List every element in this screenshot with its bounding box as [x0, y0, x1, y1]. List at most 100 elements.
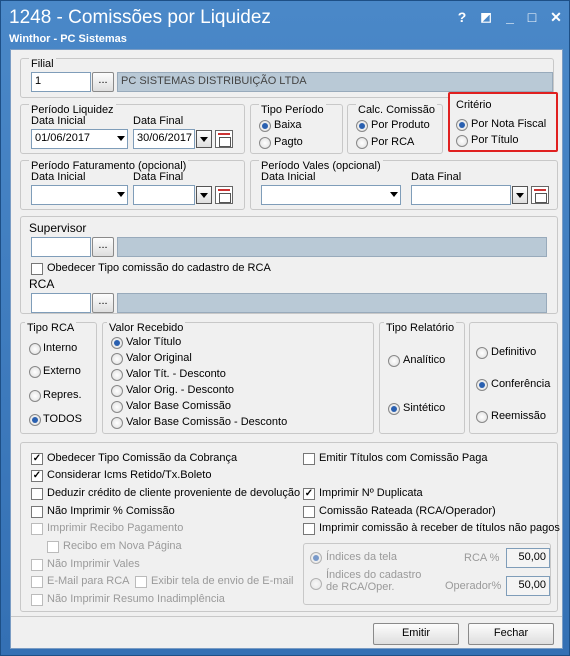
periodo-vales-group: Período Vales (opcional) Data Inicial Da… [250, 160, 558, 210]
pagto-label: Pagto [274, 136, 303, 148]
fechar-button[interactable]: Fechar [468, 623, 554, 645]
minimize-icon[interactable]: _ [501, 8, 519, 26]
nao-imprimir-comissao-label: Não Imprimir % Comissão [47, 505, 175, 517]
window-title: 1248 - Comissões por Liquidez [9, 7, 271, 28]
liquidez-final-input[interactable]: 30/06/2017 [133, 129, 195, 149]
checkbox-nao-imprimir-vales[interactable] [31, 559, 43, 571]
vales-final-input[interactable] [411, 185, 511, 205]
faturamento-final-dropdown[interactable] [196, 186, 212, 204]
radio-baixa[interactable] [259, 120, 271, 132]
emitir-button[interactable]: Emitir [373, 623, 459, 645]
radio-interno[interactable] [29, 343, 41, 355]
supervisor-input[interactable] [31, 237, 91, 257]
checkbox-deduzir-credito[interactable] [31, 488, 43, 500]
checkbox-email-rca[interactable] [31, 576, 43, 588]
radio-valor-original[interactable] [111, 353, 123, 365]
radio-pagto[interactable] [259, 137, 271, 149]
obedecer-tipo-rca-checkbox[interactable] [31, 263, 43, 275]
tipo-periodo-label: Tipo Período [259, 104, 326, 116]
rca-input[interactable] [31, 293, 91, 313]
operador-percent-input[interactable]: 50,00 [506, 576, 550, 596]
maximize-icon[interactable]: □ [523, 8, 541, 26]
radio-valor-base-comissao[interactable] [111, 401, 123, 413]
tipo-relatorio-label: Tipo Relatório [384, 322, 457, 334]
obedecer-tipo-rca-label: Obedecer Tipo comissão do cadastro de RC… [47, 262, 271, 274]
calendar-icon[interactable] [531, 186, 549, 204]
tipo-rca-group: Tipo RCA Interno Externo Repres. TODOS [20, 322, 97, 434]
opcoes-group: ✓ Obedecer Tipo Comissão da Cobrança ✓ C… [20, 442, 560, 612]
filial-browse-button[interactable]: ... [92, 72, 114, 92]
vales-final-dropdown[interactable] [512, 186, 528, 204]
periodo-liquidez-group: Período Liquidez Data Inicial 01/06/2017… [20, 104, 245, 154]
radio-conferencia[interactable] [476, 379, 488, 391]
main-window: 1248 - Comissões por Liquidez Winthor - … [0, 0, 570, 656]
por-rca-label: Por RCA [371, 136, 415, 148]
valor-recebido-group: Valor Recebido Valor Título Valor Origin… [102, 322, 374, 434]
radio-por-rca[interactable] [356, 137, 368, 149]
footer-divider [11, 616, 562, 617]
definitivo-label: Definitivo [491, 346, 537, 358]
rca-browse-button[interactable]: ... [92, 293, 114, 313]
radio-todos[interactable] [29, 414, 41, 426]
valor-tit-desconto-label: Valor Tít. - Desconto [126, 368, 226, 380]
emitir-titulos-label: Emitir Títulos com Comissão Paga [319, 452, 488, 464]
faturamento-final-label: Data Final [133, 171, 184, 183]
radio-valor-tit-desconto[interactable] [111, 369, 123, 381]
considerar-icms-label: Considerar Icms Retido/Tx.Boleto [47, 469, 212, 481]
radio-analitico[interactable] [388, 355, 400, 367]
close-icon[interactable]: ✕ [547, 8, 565, 26]
repres-label: Repres. [43, 389, 82, 401]
checkbox-imprimir-duplicata[interactable]: ✓ [303, 488, 315, 500]
radio-reemissao[interactable] [476, 411, 488, 423]
comissao-rateada-label: Comissão Rateada (RCA/Operador) [319, 505, 496, 517]
conferencia-label: Conferência [491, 378, 551, 390]
indices-group: Índices da tela Índices do cadastro de R… [303, 543, 551, 605]
checkbox-considerar-icms[interactable]: ✓ [31, 470, 43, 482]
imprimir-duplicata-label: Imprimir Nº Duplicata [319, 487, 423, 499]
filial-code-input[interactable]: 1 [31, 72, 91, 92]
periodo-faturamento-group: Período Faturamento (opcional) Data Inic… [20, 160, 245, 210]
radio-repres[interactable] [29, 390, 41, 402]
radio-valor-titulo[interactable] [111, 337, 123, 349]
faturamento-inicial-label: Data Inicial [31, 171, 86, 183]
checkbox-exibir-tela-email[interactable] [135, 576, 147, 588]
checkbox-imprimir-recibo[interactable] [31, 523, 43, 535]
checkbox-nao-imprimir-resumo[interactable] [31, 594, 43, 606]
radio-por-nota-fiscal[interactable] [456, 119, 468, 131]
radio-por-produto[interactable] [356, 120, 368, 132]
radio-definitivo[interactable] [476, 347, 488, 359]
calendar-icon[interactable] [215, 186, 233, 204]
checkbox-nao-imprimir-comissao[interactable] [31, 506, 43, 518]
todos-label: TODOS [43, 413, 82, 425]
exibir-tela-email-label: Exibir tela de envio de E-mail [151, 575, 294, 587]
valor-base-comissao-label: Valor Base Comissão [126, 400, 231, 412]
radio-valor-orig-desconto[interactable] [111, 385, 123, 397]
radio-valor-base-comissao-desconto[interactable] [111, 417, 123, 429]
radio-externo[interactable] [29, 366, 41, 378]
checkbox-comissao-rateada[interactable] [303, 506, 315, 518]
liquidez-final-dropdown[interactable] [196, 130, 212, 148]
filial-name-field: PC SISTEMAS DISTRIBUIÇÃO LTDA [117, 72, 553, 92]
filial-label: Filial [29, 58, 56, 70]
faturamento-final-input[interactable] [133, 185, 195, 205]
checkbox-recibo-nova-pagina[interactable] [47, 541, 59, 553]
liquidez-inicial-input[interactable]: 01/06/2017 [31, 129, 128, 149]
calendar-icon[interactable] [215, 130, 233, 148]
restore-icon[interactable]: ◩ [477, 8, 495, 26]
checkbox-imprimir-receber[interactable] [303, 523, 315, 535]
supervisor-browse-button[interactable]: ... [92, 237, 114, 257]
rca-percent-input[interactable]: 50,00 [506, 548, 550, 568]
checkbox-obedecer-cobranca[interactable]: ✓ [31, 453, 43, 465]
radio-indices-tela[interactable] [310, 552, 322, 564]
calc-comissao-label: Calc. Comissão [356, 104, 438, 116]
faturamento-inicial-input[interactable] [31, 185, 128, 205]
recibo-nova-pagina-label: Recibo em Nova Página [63, 540, 182, 552]
radio-indices-cadastro[interactable] [310, 578, 322, 590]
radio-por-titulo[interactable] [456, 135, 468, 147]
vales-inicial-input[interactable] [261, 185, 401, 205]
liquidez-inicial-value: 01/06/2017 [35, 132, 91, 144]
checkbox-emitir-titulos[interactable] [303, 453, 315, 465]
operador-percent-label: Operador% [445, 580, 502, 592]
radio-sintetico[interactable] [388, 403, 400, 415]
help-icon[interactable]: ? [453, 8, 471, 26]
